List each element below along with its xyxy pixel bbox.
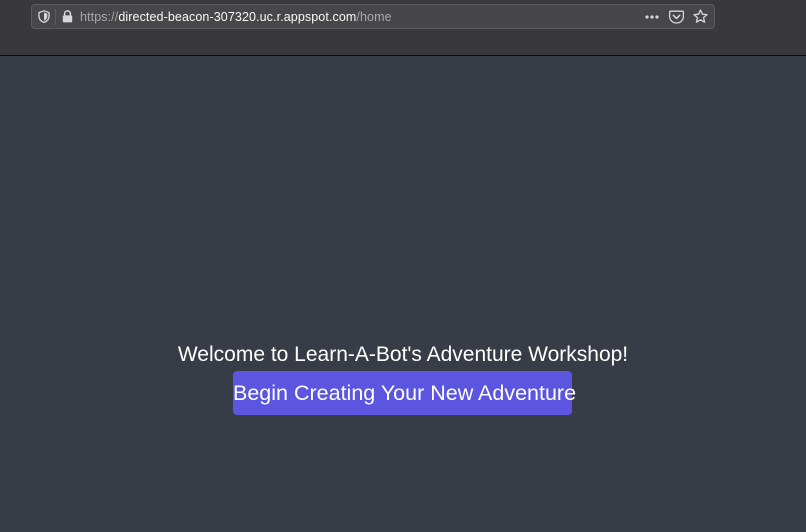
begin-adventure-button[interactable]: Begin Creating Your New Adventure [233,371,576,415]
address-bar[interactable]: https://directed-beacon-307320.uc.r.apps… [31,4,715,29]
url-path: /home [356,9,392,24]
pocket-icon[interactable] [666,7,686,27]
more-actions-icon[interactable] [642,7,662,27]
welcome-heading: Welcome to Learn-A-Bot's Adventure Works… [177,343,629,366]
urlbar-separator [55,8,56,25]
url-text[interactable]: https://directed-beacon-307320.uc.r.apps… [80,10,642,24]
lock-icon[interactable] [58,5,76,28]
page-content: Welcome to Learn-A-Bot's Adventure Works… [0,56,806,532]
page-actions [642,7,710,27]
bookmark-star-icon[interactable] [690,7,710,27]
url-scheme: https:// [80,9,119,24]
url-host: directed-beacon-307320.uc.r.appspot.com [118,9,357,24]
tracking-protection-icon[interactable] [33,5,55,28]
browser-toolbar: https://directed-beacon-307320.uc.r.apps… [0,0,806,56]
